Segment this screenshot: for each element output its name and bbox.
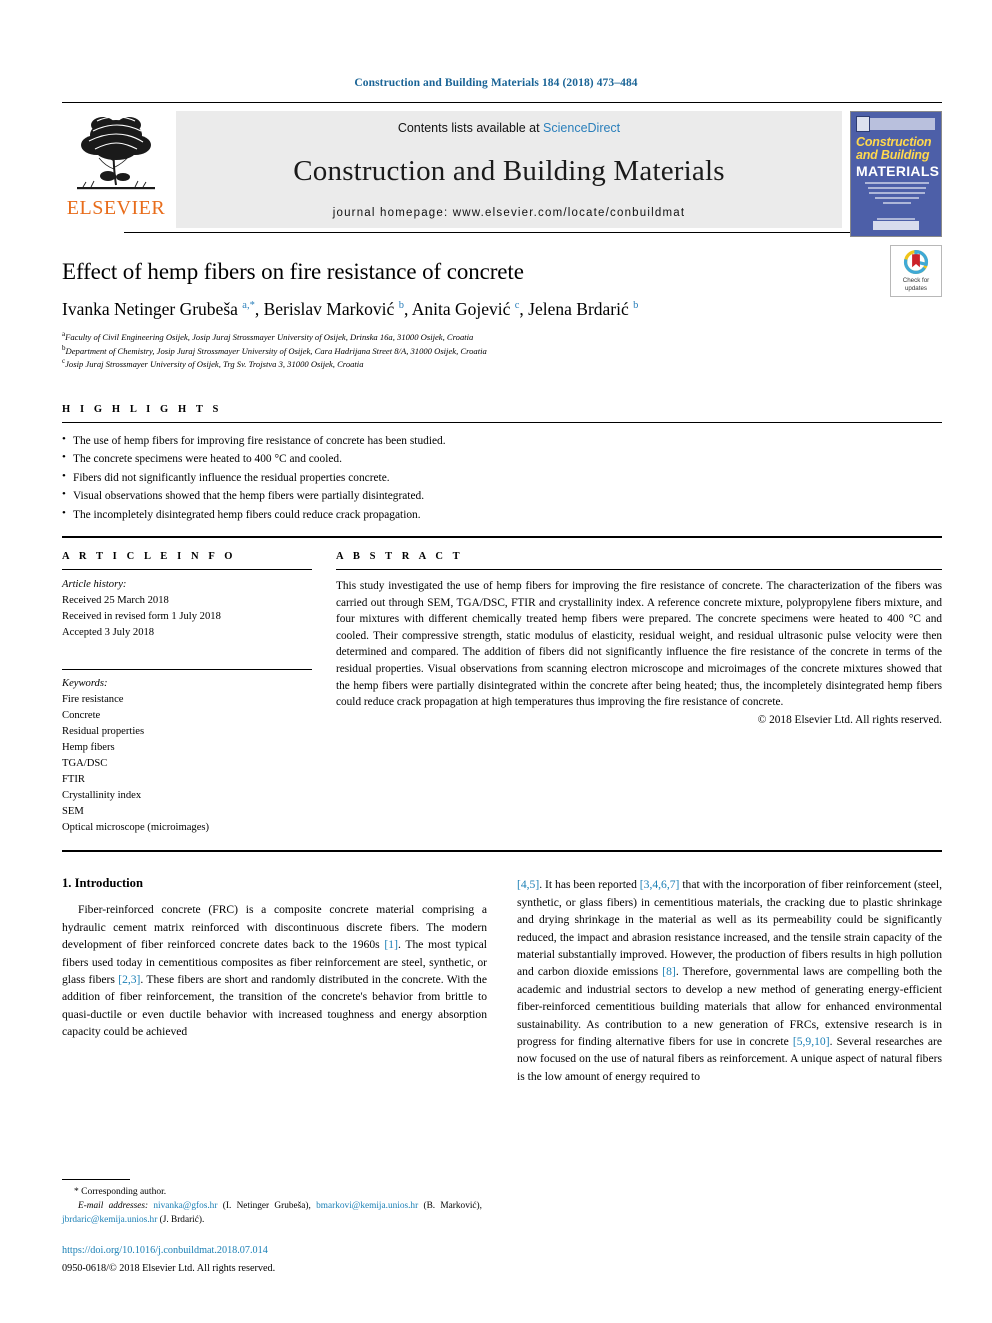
affiliation-text: Department of Chemistry, Josip Juraj Str… — [65, 345, 487, 356]
body-column-left: 1. Introduction Fiber-reinforced concret… — [62, 876, 487, 1085]
page-title: Effect of hemp fibers on fire resistance… — [62, 259, 524, 284]
abstract-text: This study investigated the use of hemp … — [336, 579, 942, 709]
keywords-label: Keywords: — [62, 677, 108, 689]
author-list: Ivanka Netinger Grubeša a,*, Berislav Ma… — [62, 299, 639, 320]
cover-title-line-3: MATERIALS — [856, 163, 940, 179]
intro-paragraph-right: [4,5]. It has been reported [3,4,6,7] th… — [517, 878, 943, 1083]
crossmark-badge[interactable]: Check for updates — [890, 245, 942, 297]
keyword-item: Crystallinity index — [62, 790, 142, 802]
keywords-rule — [62, 668, 312, 670]
affiliation-a: aFaculty of Civil Engineering Osijek, Jo… — [62, 330, 942, 343]
abstract-heading: A B S T R A C T — [336, 550, 464, 562]
affiliation-c: cJosip Juraj Strossmayer University of O… — [62, 357, 942, 370]
info-abstract-row: A R T I C L E I N F O Article history: R… — [62, 551, 942, 837]
article-info-column: A R T I C L E I N F O Article history: R… — [62, 551, 312, 837]
list-item: Fibers did not significantly influence t… — [62, 468, 942, 487]
keyword-item: FTIR — [62, 774, 85, 786]
doi-link[interactable]: https://doi.org/10.1016/j.conbuildmat.20… — [62, 1243, 482, 1258]
history-revised: Received in revised form 1 July 2018 — [62, 610, 221, 622]
journal-title: Construction and Building Materials — [293, 154, 725, 187]
cover-publisher-mark — [856, 116, 870, 132]
list-item: The concrete specimens were heated to 40… — [62, 449, 942, 468]
keyword-item: Optical microscope (microimages) — [62, 822, 210, 834]
cover-blurb-lines — [865, 182, 929, 212]
history-received: Received 25 March 2018 — [62, 594, 169, 606]
abstract-copyright: © 2018 Elsevier Ltd. All rights reserved… — [757, 713, 942, 726]
issn-copyright-line: 0950-0618/© 2018 Elsevier Ltd. All right… — [62, 1263, 276, 1275]
cover-title-line-2: and Building — [856, 148, 930, 162]
keyword-item: Hemp fibers — [62, 741, 115, 753]
keyword-item: TGA/DSC — [62, 758, 108, 769]
masthead-center-panel: Contents lists available at ScienceDirec… — [176, 111, 842, 228]
highlights-top-rule — [62, 421, 942, 423]
cover-footer-block — [873, 221, 919, 230]
journal-masthead: ELSEVIER Contents lists available at Sci… — [62, 102, 942, 237]
intro-paragraph-left: Fiber-reinforced concrete (FRC) is a com… — [62, 903, 487, 1039]
contents-available-line: Contents lists available at ScienceDirec… — [398, 121, 620, 135]
title-block: Effect of hemp fibers on fire resistance… — [62, 233, 942, 370]
affiliation-list: aFaculty of Civil Engineering Osijek, Jo… — [62, 330, 942, 369]
contents-prefix: Contents lists available at — [397, 121, 544, 135]
crossmark-label: Check for updates — [902, 277, 930, 292]
section-title-introduction: 1. Introduction — [62, 876, 143, 891]
crossmark-icon — [903, 250, 929, 275]
paper-page: Construction and Building Materials 184 … — [0, 0, 992, 1323]
list-item: The incompletely disintegrated hemp fibe… — [62, 504, 942, 524]
affiliation-b: bDepartment of Chemistry, Josip Juraj St… — [62, 344, 942, 357]
running-head: Construction and Building Materials 184 … — [354, 77, 638, 89]
keywords-block: Keywords: Fire resistance Concrete Resid… — [62, 676, 312, 837]
abstract-rule — [336, 568, 942, 570]
highlights-bottom-rule — [62, 535, 942, 538]
footnote-area: * Corresponding author. E-mail addresses… — [62, 1179, 482, 1228]
affiliation-text: Faculty of Civil Engineering Osijek, Jos… — [65, 332, 474, 343]
email-addresses-note: E-mail addresses: nivanka@gfos.hr (I. Ne… — [62, 1200, 482, 1228]
footnote-rule — [62, 1179, 130, 1180]
elsevier-tree-icon — [77, 116, 155, 190]
body-columns: 1. Introduction Fiber-reinforced concret… — [62, 876, 942, 1085]
keyword-item: Concrete — [62, 709, 101, 721]
body-column-right: [4,5]. It has been reported [3,4,6,7] th… — [517, 876, 942, 1085]
keyword-item: SEM — [62, 806, 84, 818]
article-info-rule — [62, 568, 312, 570]
article-history-block: Article history: Received 25 March 2018 … — [62, 577, 312, 641]
keyword-item: Fire resistance — [62, 693, 124, 705]
email-label: E-mail addresses: — [78, 1200, 149, 1211]
journal-cover-thumbnail: Construction and Building MATERIALS — [850, 111, 942, 237]
highlights-list: The use of hemp fibers for improving fir… — [62, 431, 942, 524]
corresponding-author-note: * Corresponding author. — [62, 1185, 482, 1200]
elsevier-wordmark: ELSEVIER — [66, 197, 166, 219]
article-info-heading: A R T I C L E I N F O — [62, 550, 237, 562]
corresponding-author-text: * Corresponding author. — [74, 1187, 167, 1197]
doi-block: https://doi.org/10.1016/j.conbuildmat.20… — [62, 1243, 482, 1277]
keyword-item: Residual properties — [62, 725, 145, 737]
list-item: Visual observations showed that the hemp… — [62, 486, 942, 505]
affiliation-text: Josip Juraj Strossmayer University of Os… — [65, 358, 364, 369]
journal-homepage-link[interactable]: journal homepage: www.elsevier.com/locat… — [333, 207, 686, 219]
history-accepted: Accepted 3 July 2018 — [62, 626, 155, 638]
sciencedirect-link[interactable]: ScienceDirect — [543, 121, 620, 135]
cover-footer-rule — [877, 218, 915, 220]
highlights-heading: H I G H L I G H T S — [62, 403, 222, 415]
article-history-label: Article history: — [62, 578, 127, 590]
list-item: The use of hemp fibers for improving fir… — [62, 431, 942, 450]
elsevier-logo: ELSEVIER — [62, 111, 170, 228]
abstract-column: A B S T R A C T This study investigated … — [336, 551, 942, 837]
abstract-bottom-rule-wrap — [62, 850, 942, 853]
highlights-section: H I G H L I G H T S The use of hemp fibe… — [62, 404, 942, 538]
